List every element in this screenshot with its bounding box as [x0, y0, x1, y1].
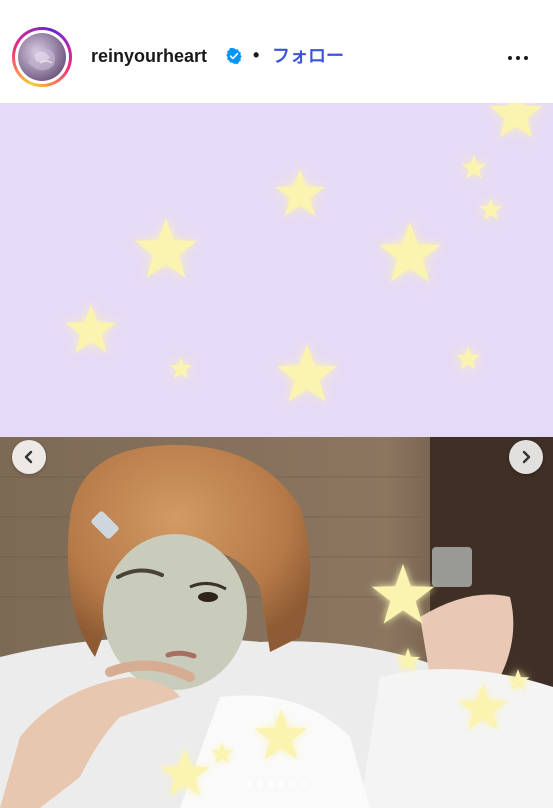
carousel-dot — [268, 781, 274, 787]
carousel-next-button[interactable] — [509, 440, 543, 474]
star-icon — [489, 103, 543, 138]
post-header: reinyourheart • フォロー — [0, 0, 553, 103]
carousel-prev-button[interactable] — [12, 440, 46, 474]
username-link[interactable]: reinyourheart — [91, 45, 207, 67]
post-photo[interactable] — [0, 103, 553, 808]
verified-badge-icon — [226, 47, 242, 65]
follow-button[interactable]: フォロー — [272, 45, 344, 67]
star-icon — [65, 304, 117, 353]
chevron-right-icon — [522, 450, 531, 464]
carousel-indicator — [0, 781, 553, 791]
carousel-dot — [290, 781, 296, 787]
selfie-illustration — [0, 437, 553, 808]
star-icon — [276, 344, 338, 402]
selfie-photo — [0, 437, 553, 808]
star-icon — [378, 222, 442, 282]
separator-dot: • — [253, 45, 260, 65]
more-horizontal-icon — [508, 56, 512, 60]
avatar[interactable] — [18, 33, 66, 81]
avatar-image — [28, 48, 56, 71]
chevron-left-icon — [24, 450, 33, 464]
lavender-panel — [0, 103, 553, 437]
carousel-dot — [257, 781, 263, 787]
star-icon — [455, 346, 481, 370]
star-icon — [275, 169, 325, 217]
carousel-dot — [279, 781, 285, 787]
star-icon — [134, 218, 198, 278]
star-icon — [169, 357, 193, 379]
star-icon — [479, 198, 503, 220]
stars-decoration — [65, 103, 543, 402]
carousel-dot — [301, 781, 307, 787]
story-ring[interactable] — [12, 27, 72, 87]
carousel-dot — [246, 781, 252, 787]
star-icon — [461, 155, 487, 179]
more-options-button[interactable] — [502, 48, 534, 68]
